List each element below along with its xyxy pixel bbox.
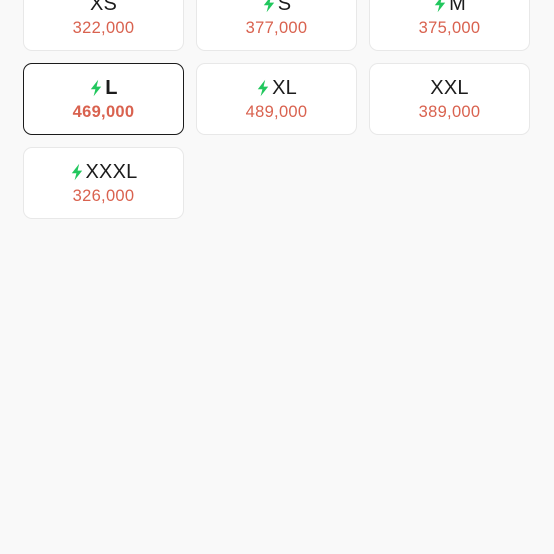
- size-label-row: XL: [256, 76, 297, 100]
- price-label: 389,000: [418, 103, 481, 121]
- price-label: 469,000: [72, 103, 135, 121]
- price-label: 375,000: [418, 19, 481, 37]
- size-label: M: [449, 0, 466, 15]
- size-option-grid: XS 322,000 S 377,000 M 375,000 L 469,000…: [23, 0, 531, 219]
- size-label: S: [277, 0, 292, 15]
- size-label: XL: [272, 76, 297, 99]
- size-label-row: S: [262, 0, 292, 16]
- size-label-row: XXL: [430, 76, 468, 100]
- price-label: 377,000: [245, 19, 308, 37]
- size-option-s[interactable]: S 377,000: [196, 0, 357, 51]
- lightning-bolt-icon: [91, 79, 102, 97]
- size-option-xs[interactable]: XS 322,000: [23, 0, 184, 51]
- size-option-xxxl[interactable]: XXXL 326,000: [23, 147, 184, 219]
- price-label: 489,000: [245, 103, 308, 121]
- size-option-m[interactable]: M 375,000: [369, 0, 530, 51]
- size-option-xxl[interactable]: XXL 389,000: [369, 63, 530, 135]
- size-label-row: L: [89, 76, 117, 100]
- price-label: 326,000: [72, 187, 135, 205]
- size-label: XXL: [430, 76, 469, 99]
- lightning-bolt-icon: [434, 0, 446, 13]
- size-label-row: XS: [90, 0, 117, 16]
- price-label: 322,000: [72, 19, 135, 37]
- size-label: XXXL: [85, 160, 138, 183]
- size-option-xl[interactable]: XL 489,000: [196, 63, 357, 135]
- size-label: L: [105, 76, 118, 99]
- size-label-row: XXXL: [70, 160, 138, 184]
- lightning-bolt-icon: [263, 0, 274, 13]
- size-label: XS: [89, 0, 118, 15]
- lightning-bolt-icon: [71, 163, 82, 181]
- lightning-bolt-icon: [257, 79, 269, 97]
- size-option-l[interactable]: L 469,000: [23, 63, 184, 135]
- size-label-row: M: [433, 0, 466, 16]
